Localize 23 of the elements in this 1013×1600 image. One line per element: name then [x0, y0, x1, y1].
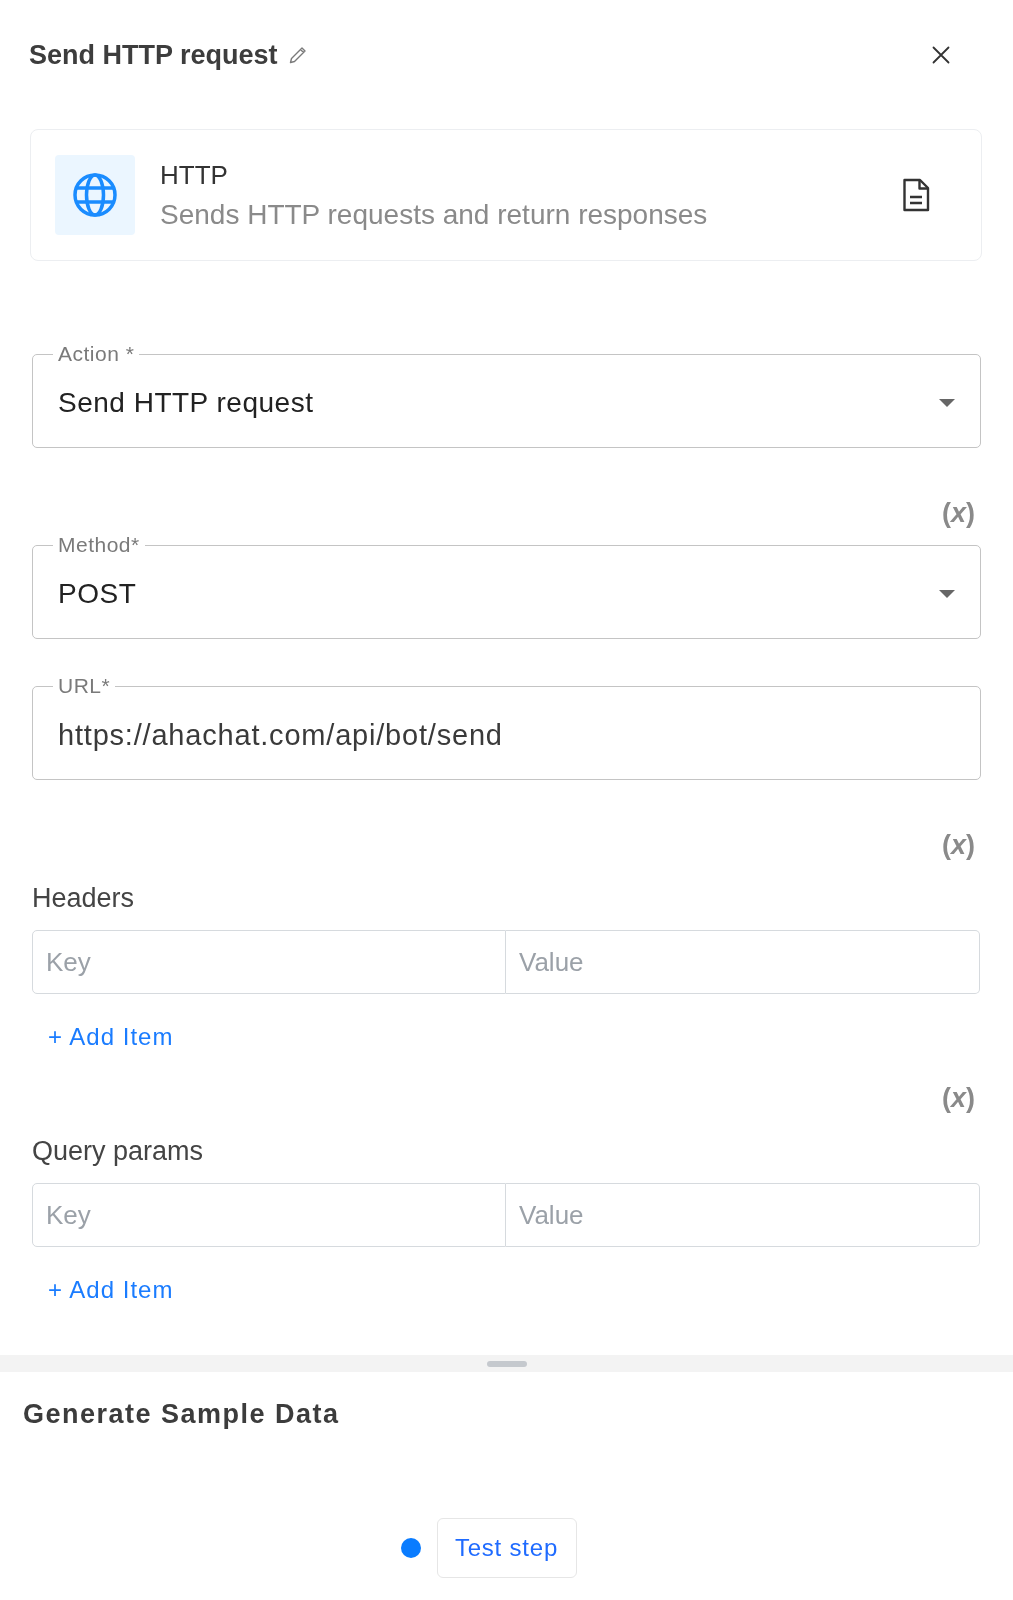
key-field[interactable]: Key [32, 930, 506, 994]
pencil-icon[interactable] [287, 45, 308, 65]
variable-toggle[interactable]: (x) [941, 830, 975, 860]
add-item-link[interactable]: + Add Item [48, 1020, 174, 1054]
test-step-button[interactable]: Test step [436, 1518, 577, 1578]
section-label: Query params [32, 1135, 204, 1168]
add-item-link[interactable]: + Add Item [48, 1273, 174, 1307]
caret-icon [939, 399, 955, 407]
variable-toggle[interactable]: (x) [941, 498, 975, 528]
section-label: Headers [32, 882, 135, 915]
caret-icon [939, 590, 955, 598]
variable-toggle[interactable]: (x) [941, 1083, 975, 1113]
drag-handle-icon[interactable] [486, 1360, 527, 1367]
value-field[interactable]: Value [506, 1183, 980, 1247]
value-field[interactable]: Value [506, 930, 980, 994]
section-title: Generate Sample Data [23, 1398, 340, 1431]
panel-title: Send HTTP request [29, 39, 278, 72]
globe-icon [55, 155, 135, 235]
close-icon [932, 46, 950, 64]
document-icon[interactable] [902, 178, 930, 212]
app-description: Sends HTTP requests and return responses [160, 197, 708, 232]
key-field[interactable]: Key [32, 1183, 506, 1247]
app-name: HTTP [160, 158, 228, 192]
